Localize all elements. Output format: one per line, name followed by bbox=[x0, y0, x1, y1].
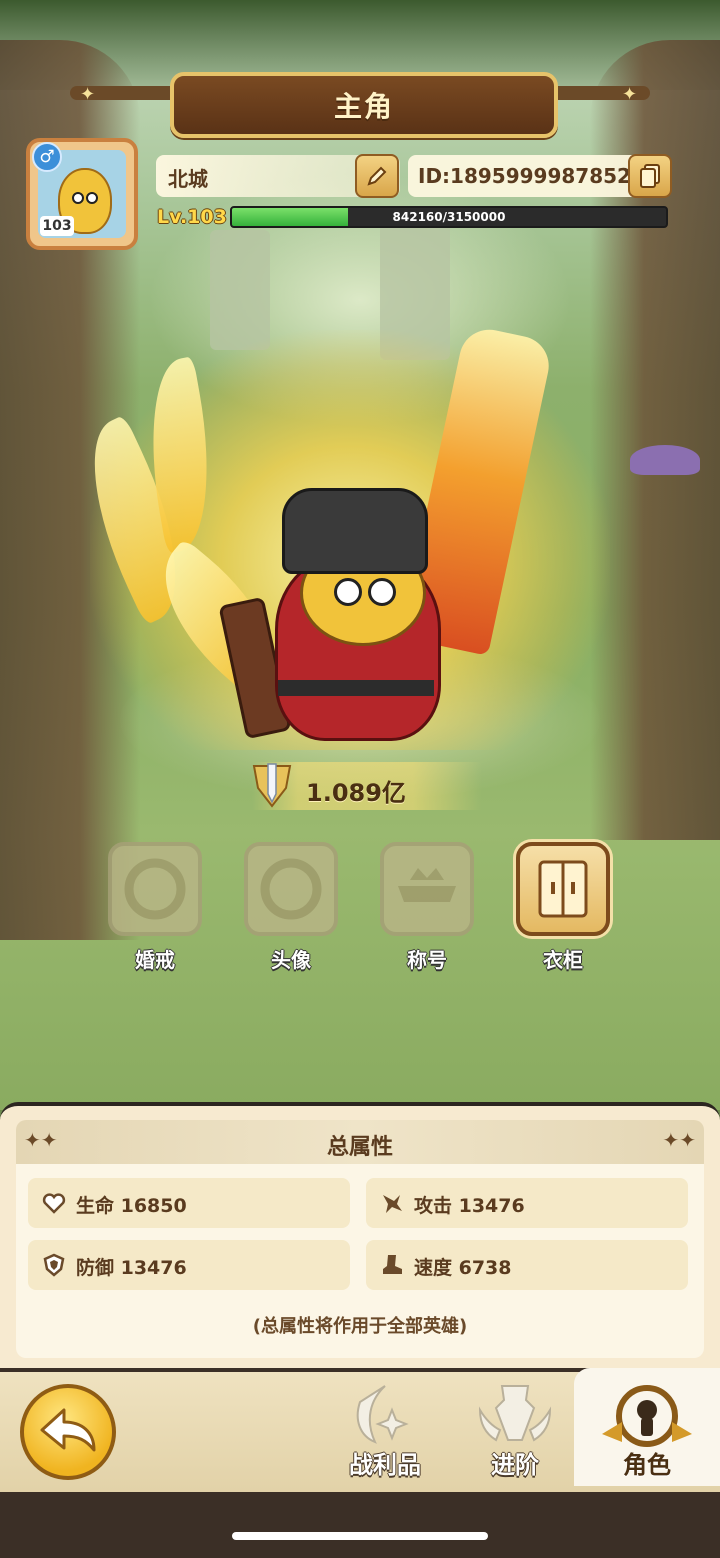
avatar-eye bbox=[86, 192, 98, 204]
stat-attack-text: 攻击 13476 bbox=[414, 1195, 525, 1217]
attack-icon bbox=[383, 1195, 402, 1213]
stat-attack: 攻击 13476 bbox=[366, 1178, 688, 1228]
stat-defense: 防御 13476 bbox=[28, 1240, 350, 1290]
hero-belt bbox=[278, 680, 434, 696]
stat-speed-text: 速度 6738 bbox=[414, 1257, 512, 1279]
pencil-icon bbox=[367, 166, 387, 186]
back-button[interactable] bbox=[20, 1384, 116, 1480]
nav-character[interactable]: 角色 bbox=[592, 1380, 702, 1484]
wedding-ring-button[interactable] bbox=[108, 842, 202, 936]
attributes-title: 总属性 bbox=[326, 1135, 393, 1160]
sparkle-icon: ✦ bbox=[80, 84, 96, 105]
hero-hat bbox=[282, 488, 428, 574]
heart-icon bbox=[42, 1193, 66, 1214]
title-label: 称号 bbox=[407, 948, 447, 972]
back-arrow-icon bbox=[40, 1408, 96, 1452]
wardrobe-icon bbox=[538, 860, 588, 918]
portrait-icon bbox=[260, 858, 322, 920]
player-name: 北城 bbox=[168, 167, 208, 191]
crown-banner-icon bbox=[398, 868, 456, 902]
loot-icon bbox=[356, 1385, 409, 1444]
hero-eye bbox=[368, 578, 396, 606]
shield-icon bbox=[43, 1253, 65, 1277]
speed-boot-icon bbox=[383, 1255, 402, 1274]
avatar-frame-button[interactable] bbox=[244, 842, 338, 936]
player-level: Lv.103 bbox=[157, 206, 227, 228]
combat-power-value: 1.089亿 bbox=[306, 779, 406, 807]
advance-icon bbox=[478, 1385, 552, 1442]
nav-loot-label: 战利品 bbox=[349, 1451, 421, 1479]
mushroom bbox=[630, 445, 700, 475]
copy-id-button[interactable] bbox=[628, 154, 672, 198]
sparkle-icon: ✦ bbox=[622, 84, 638, 105]
attributes-note: (总属性将作用于全部英雄) bbox=[252, 1316, 468, 1337]
nav-advance-label: 进阶 bbox=[491, 1451, 539, 1479]
stat-hp: 生命 16850 bbox=[28, 1178, 350, 1228]
player-id: ID:1895999987852 bbox=[418, 164, 631, 188]
character-icon bbox=[602, 1385, 692, 1447]
title-banner: 主角 bbox=[170, 72, 558, 138]
edit-name-button[interactable] bbox=[355, 154, 399, 198]
xp-text: 842160/3150000 bbox=[392, 210, 506, 224]
wardrobe-label: 衣柜 bbox=[543, 948, 583, 972]
page-title: 主角 bbox=[333, 90, 394, 123]
stat-defense-text: 防御 13476 bbox=[76, 1257, 187, 1279]
title-button[interactable] bbox=[380, 842, 474, 936]
hero-eye bbox=[334, 578, 362, 606]
nav-character-label: 角色 bbox=[623, 1451, 671, 1479]
nav-advance[interactable]: 进阶 bbox=[460, 1380, 570, 1484]
avatar-eye bbox=[72, 192, 84, 204]
ring-icon bbox=[124, 858, 186, 920]
stat-hp-text: 生命 16850 bbox=[76, 1195, 187, 1217]
stat-speed: 速度 6738 bbox=[366, 1240, 688, 1290]
male-gender-icon: ♂ bbox=[32, 142, 62, 172]
home-indicator[interactable] bbox=[232, 1532, 488, 1540]
combat-power-icon bbox=[252, 763, 292, 808]
nav-loot[interactable]: 战利品 bbox=[330, 1380, 440, 1484]
wardrobe-button[interactable] bbox=[516, 842, 610, 936]
avatar-level-badge: 103 bbox=[40, 216, 74, 236]
avatar-frame-label: 头像 bbox=[271, 948, 311, 972]
copy-icon bbox=[640, 164, 660, 188]
wedding-ring-label: 婚戒 bbox=[135, 948, 175, 972]
xp-progress-bar: 842160/3150000 bbox=[230, 206, 668, 228]
